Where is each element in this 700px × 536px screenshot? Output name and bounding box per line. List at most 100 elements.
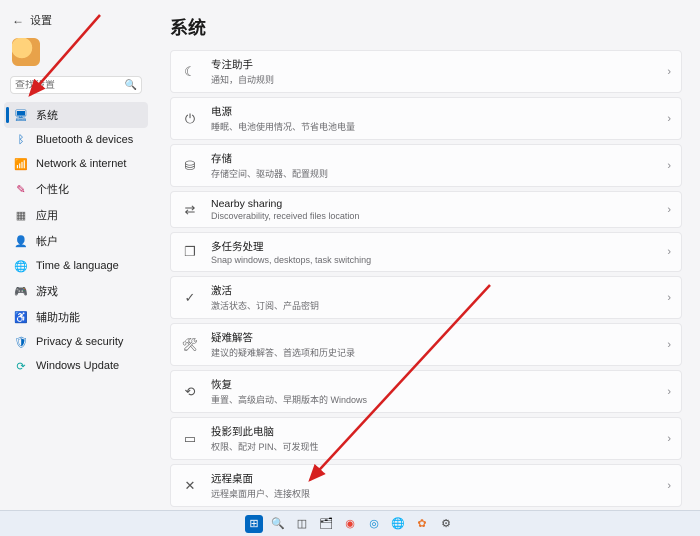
back-arrow-icon: ← [12, 13, 24, 27]
settings-card-2[interactable]: ⛁存储存储空间、驱动器、配置规则› [170, 144, 682, 187]
card-subtitle: 激活状态、订阅、产品密钥 [211, 299, 655, 312]
sidebar-item-5[interactable]: 👤 帐户 [4, 228, 148, 254]
settings-card-7[interactable]: ⟲ 恢复重置、高级启动、早期版本的 Windows › [170, 370, 682, 413]
card-subtitle: 存储空间、驱动器、配置规则 [211, 167, 655, 180]
sidebar-item-label: Network & internet [36, 158, 126, 170]
sidebar-item-label: Windows Update [36, 360, 119, 372]
card-title: 激活 [211, 283, 655, 298]
shield-icon: 🛡 [14, 335, 28, 349]
recovery-icon: ⟲ [181, 384, 199, 400]
sidebar-item-label: 辅助功能 [36, 309, 80, 325]
main-content: 系统 ☾ 专注助手通知，自动规则 › ⏻ 电源睡眠、电池使用情况、节省电池电量 › ⛁ 存储存… [152, 0, 700, 510]
card-title: 投影到此电脑 [211, 424, 655, 439]
chevron-right-icon: › [667, 339, 671, 351]
edge-icon[interactable]: ◎ [365, 515, 383, 533]
card-subtitle: 建议的疑难解答、首选项和历史记录 [211, 346, 655, 359]
settings-card-9[interactable]: ✕远程桌面远程桌面用户、连接权限› [170, 464, 682, 507]
account-icon: 👤 [14, 234, 28, 248]
search-icon[interactable]: 🔍 [269, 515, 287, 533]
settings-card-3[interactable]: ⇄ Nearby sharingDiscoverability, received… [170, 191, 682, 228]
back-button[interactable]: ← 设置 [4, 8, 148, 32]
settings-card-4[interactable]: ❐多任务处理Snap windows, desktops, task switc… [170, 232, 682, 272]
card-title: 远程桌面 [211, 471, 655, 486]
card-title: 专注助手 [211, 57, 655, 72]
settings-label: 设置 [30, 12, 52, 28]
sidebar-item-label: 个性化 [36, 181, 69, 197]
card-subtitle: Discoverability, received files location [211, 211, 655, 221]
avatar[interactable] [12, 38, 40, 66]
sidebar-item-2[interactable]: 📶 Network & internet [4, 152, 148, 176]
focus-icon: ☾ [181, 64, 199, 80]
card-subtitle: 睡眠、电池使用情况、节省电池电量 [211, 120, 655, 133]
wifi-icon: 📶 [14, 157, 28, 171]
power-icon: ⏻ [181, 111, 199, 127]
search-field[interactable] [15, 80, 125, 91]
sidebar-item-0[interactable]: 🖥系统 [4, 102, 148, 128]
sidebar-item-label: Time & language [36, 260, 119, 272]
settings-icon[interactable]: ⚙ [437, 515, 455, 533]
chevron-right-icon: › [667, 433, 671, 445]
card-title: 存储 [211, 151, 655, 166]
nav-list: 🖥系统 ᛒ Bluetooth & devices 📶 Network & intern… [4, 102, 148, 378]
apps-icon: ▦ [14, 208, 28, 222]
sidebar-item-3[interactable]: ✎ 个性化 [4, 176, 148, 202]
card-title: Nearby sharing [211, 198, 655, 210]
sidebar-item-1[interactable]: ᛒ Bluetooth & devices [4, 128, 148, 152]
card-subtitle: 重置、高级启动、早期版本的 Windows [211, 393, 655, 406]
brush-icon: ✎ [14, 182, 28, 196]
sidebar-item-8[interactable]: ♿ 辅助功能 [4, 304, 148, 330]
sidebar-item-label: Privacy & security [36, 336, 123, 348]
time-icon: 🌐 [14, 259, 28, 273]
display-icon: 🖥 [14, 108, 28, 122]
gaming-icon: 🎮 [14, 284, 28, 298]
sidebar-item-7[interactable]: 🎮 游戏 [4, 278, 148, 304]
chevron-right-icon: › [667, 204, 671, 216]
settings-card-1[interactable]: ⏻ 电源睡眠、电池使用情况、节省电池电量 › [170, 97, 682, 140]
chevron-right-icon: › [667, 292, 671, 304]
sidebar-item-label: 游戏 [36, 283, 58, 299]
chevron-right-icon: › [667, 113, 671, 125]
chrome-icon[interactable]: ◉ [341, 515, 359, 533]
card-title: 疑难解答 [211, 330, 655, 345]
sidebar-item-4[interactable]: ▦ 应用 [4, 202, 148, 228]
app-icon[interactable]: ✿ [413, 515, 431, 533]
chevron-right-icon: › [667, 386, 671, 398]
activation-icon: ✓ [181, 290, 199, 306]
start-icon[interactable]: ⊞ [245, 515, 263, 533]
storage-icon: ⛁ [181, 158, 199, 174]
remote-icon: ✕ [181, 478, 199, 494]
multitask-icon: ❐ [181, 244, 199, 260]
card-title: 电源 [211, 104, 655, 119]
page-title: 系统 [170, 14, 682, 40]
card-subtitle: 权限、配对 PIN、可发现性 [211, 440, 655, 453]
card-subtitle: 通知，自动规则 [211, 73, 655, 86]
taskbar: ⊞ 🔍 ◫ 🗂 ◉ ◎ 🌐 ✿ ⚙ [0, 510, 700, 536]
browser-icon[interactable]: 🌐 [389, 515, 407, 533]
chevron-right-icon: › [667, 480, 671, 492]
sidebar-item-label: Bluetooth & devices [36, 134, 133, 146]
bluetooth-icon: ᛒ [14, 133, 28, 147]
sidebar-item-10[interactable]: ⟳ Windows Update [4, 354, 148, 378]
settings-card-8[interactable]: ▭ 投影到此电脑权限、配对 PIN、可发现性 › [170, 417, 682, 460]
share-icon: ⇄ [181, 202, 199, 218]
sidebar: ← 设置 🔍 🖥系统 ᛒ Bluetooth & devices 📶 Network &… [0, 0, 152, 510]
update-icon: ⟳ [14, 359, 28, 373]
settings-card-5[interactable]: ✓ 激活激活状态、订阅、产品密钥 › [170, 276, 682, 319]
chevron-right-icon: › [667, 66, 671, 78]
taskview-icon[interactable]: ◫ [293, 515, 311, 533]
troubleshoot-icon: 🛠 [181, 337, 199, 353]
explorer-icon[interactable]: 🗂 [317, 515, 335, 533]
project-icon: ▭ [181, 431, 199, 447]
settings-card-6[interactable]: 🛠 疑难解答建议的疑难解答、首选项和历史记录 › [170, 323, 682, 366]
sidebar-item-label: 应用 [36, 207, 58, 223]
card-title: 恢复 [211, 377, 655, 392]
accessibility-icon: ♿ [14, 310, 28, 324]
chevron-right-icon: › [667, 246, 671, 258]
search-input[interactable]: 🔍 [10, 76, 142, 94]
card-title: 多任务处理 [211, 239, 655, 254]
sidebar-item-9[interactable]: 🛡 Privacy & security [4, 330, 148, 354]
settings-card-list: ☾ 专注助手通知，自动规则 › ⏻ 电源睡眠、电池使用情况、节省电池电量 › ⛁ 存储存储空间… [170, 50, 682, 510]
settings-card-0[interactable]: ☾ 专注助手通知，自动规则 › [170, 50, 682, 93]
sidebar-item-6[interactable]: 🌐 Time & language [4, 254, 148, 278]
sidebar-item-label: 帐户 [36, 233, 58, 249]
